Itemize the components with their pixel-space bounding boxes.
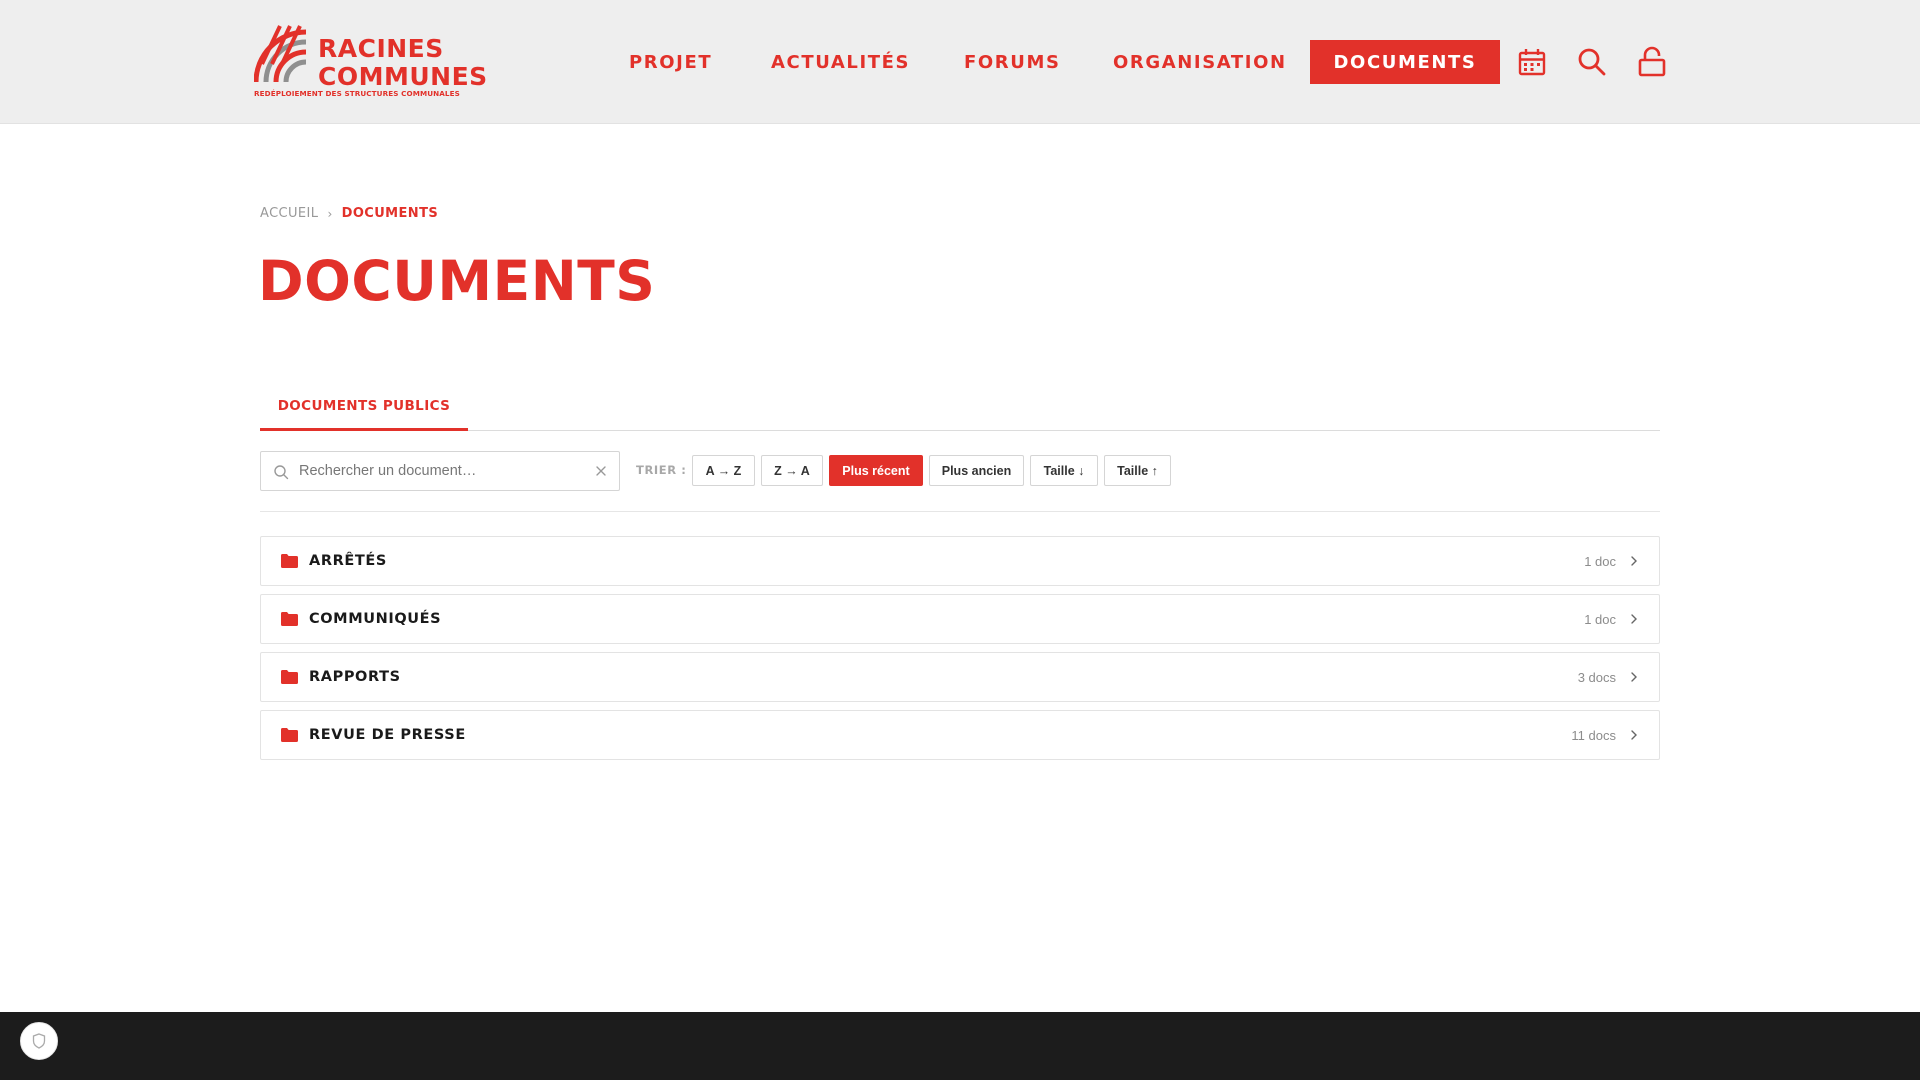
folder-name: ARRÊTÉS	[309, 553, 387, 569]
breadcrumb-home[interactable]: ACCUEIL	[260, 206, 318, 221]
sort-size-asc-button[interactable]: Taille ↑	[1104, 455, 1171, 486]
folder-icon	[281, 612, 298, 626]
chevron-right-icon	[1631, 730, 1637, 740]
logo-title-line2: COMMUNES	[318, 62, 488, 91]
folder-name: RAPPORTS	[309, 669, 401, 685]
folder-row-revue-de-presse[interactable]: REVUE DE PRESSE 11 docs	[260, 710, 1660, 760]
clear-search-icon[interactable]	[595, 465, 607, 477]
nav-forums[interactable]: FORUMS	[964, 40, 1061, 84]
nav-projet[interactable]: PROJET	[629, 40, 712, 84]
breadcrumb-current: DOCUMENTS	[341, 206, 439, 221]
calendar-icon[interactable]	[1516, 46, 1548, 78]
breadcrumb: ACCUEIL › DOCUMENTS	[260, 206, 438, 221]
site-logo[interactable]: RACINES COMMUNES REDÉPLOIEMENT DES STRUC…	[254, 24, 487, 100]
search-icon[interactable]	[1576, 46, 1608, 78]
folder-row-communiques[interactable]: COMMUNIQUÉS 1 doc	[260, 594, 1660, 644]
search-box	[260, 451, 620, 491]
folder-count: 3 docs	[1577, 669, 1616, 685]
nav-actualites[interactable]: ACTUALITÉS	[771, 40, 910, 84]
folder-count: 11 docs	[1571, 727, 1616, 743]
folder-name: REVUE DE PRESSE	[309, 727, 466, 743]
folder-name: COMMUNIQUÉS	[309, 611, 442, 627]
site-footer	[0, 1012, 1920, 1080]
privacy-settings-button[interactable]	[20, 1022, 58, 1060]
shield-icon	[32, 1033, 46, 1049]
folder-icon	[281, 670, 298, 684]
page-title: DOCUMENTS	[258, 249, 656, 313]
tab-bar: DOCUMENTS PUBLICS	[260, 388, 1660, 431]
folder-row-rapports[interactable]: RAPPORTS 3 docs	[260, 652, 1660, 702]
chevron-right-icon	[1631, 614, 1637, 624]
site-header: RACINES COMMUNES REDÉPLOIEMENT DES STRUC…	[0, 0, 1920, 124]
nav-documents[interactable]: DOCUMENTS	[1310, 40, 1500, 84]
breadcrumb-separator: ›	[327, 206, 333, 221]
search-input[interactable]	[299, 452, 579, 490]
folder-icon	[281, 554, 298, 568]
chevron-right-icon	[1631, 672, 1637, 682]
logo-tagline: REDÉPLOIEMENT DES STRUCTURES COMMUNALES	[254, 89, 460, 98]
tab-documents-publics[interactable]: DOCUMENTS PUBLICS	[260, 388, 468, 431]
sort-a-z-button[interactable]: A → Z	[692, 455, 755, 486]
nav-organisation[interactable]: ORGANISATION	[1113, 40, 1287, 84]
folder-count: 1 doc	[1584, 553, 1616, 569]
logo-title-line1: RACINES	[318, 34, 444, 63]
search-icon	[274, 465, 289, 480]
sort-size-desc-button[interactable]: Taille ↓	[1030, 455, 1098, 486]
sort-z-a-button[interactable]: Z → A	[761, 455, 823, 486]
sort-newest-button[interactable]: Plus récent	[829, 455, 923, 486]
logo-arcs-icon	[254, 25, 307, 83]
folder-count: 1 doc	[1584, 611, 1616, 627]
chevron-right-icon	[1631, 556, 1637, 566]
folder-icon	[281, 728, 298, 742]
unlock-icon[interactable]	[1636, 46, 1668, 78]
toolbar-divider	[260, 511, 1660, 512]
sort-oldest-button[interactable]: Plus ancien	[929, 455, 1024, 486]
sort-label: TRIER :	[636, 463, 687, 477]
folder-row-arretes[interactable]: ARRÊTÉS 1 doc	[260, 536, 1660, 586]
